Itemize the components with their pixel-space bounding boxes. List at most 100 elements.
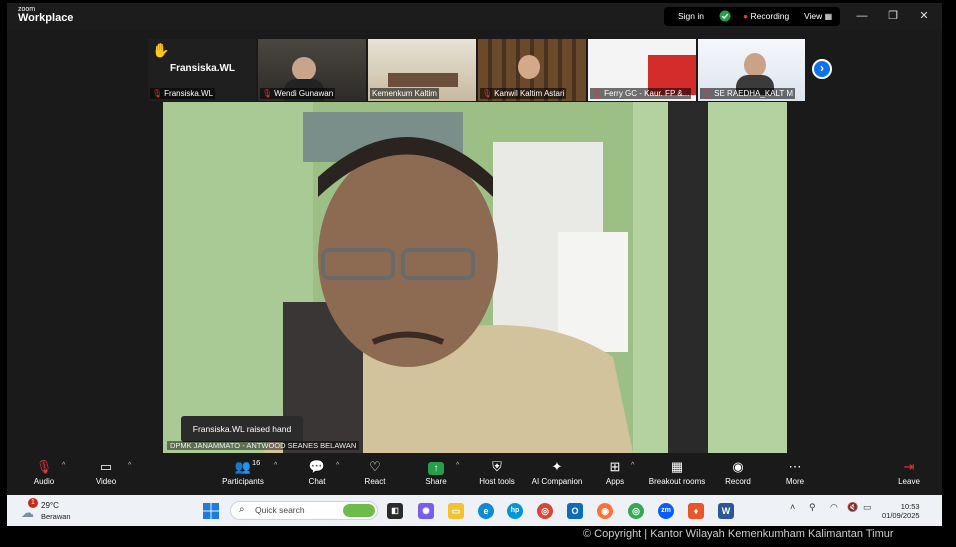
chat-icon: 💬 <box>308 459 326 474</box>
restore-button[interactable]: ❐ <box>878 3 908 30</box>
more-dots-icon: ⋯ <box>788 459 802 474</box>
thumbnail-tile[interactable]: 🎙 Kanwil Kaltim Astari <box>478 39 586 101</box>
title-actions: Sign in ● Recording View ▦ <box>664 7 840 26</box>
gallery-strip: ✋ Fransiska.WL 🎙 Fransiska.WL 🎙 Wendi Guna… <box>148 39 805 101</box>
outlook-icon[interactable]: O <box>567 503 583 519</box>
speaker-muted-icon[interactable]: 🔇 <box>847 502 858 513</box>
chat-label: Chat <box>308 477 326 486</box>
chrome-profile-icon[interactable]: ◎ <box>628 503 644 519</box>
title-bar: zoom Workplace Sign in ● Recording View … <box>7 3 942 30</box>
tile-label-text: Wendi Gunawan <box>274 89 334 98</box>
raised-hand-icon: ✋ <box>152 42 170 58</box>
network-share-icon[interactable]: ⚲ <box>809 502 816 513</box>
video-button[interactable]: ▭ Video <box>91 458 121 492</box>
react-button[interactable]: ♡ React <box>362 458 388 492</box>
zoom-app-icon[interactable]: zm <box>658 503 674 519</box>
mic-muted-icon: 🎙 <box>482 89 493 98</box>
weather-temp: 29°C <box>41 501 59 510</box>
search-icon: ⌕ <box>239 504 245 515</box>
audio-label: Audio <box>33 477 55 486</box>
mic-muted-icon: 🎙 <box>152 89 163 98</box>
record-button[interactable]: ◉ Record <box>723 458 753 492</box>
thumbnail-tile[interactable]: ✋ Fransiska.WL 🎙 Fransiska.WL <box>148 39 256 101</box>
meeting-table <box>388 73 458 87</box>
tile-label-text: Ferry GC - Kaur. FP &... <box>604 89 690 98</box>
audio-button[interactable]: 🎙 Audio <box>29 458 59 492</box>
share-button[interactable]: ↑ Share <box>421 458 451 492</box>
view-button[interactable]: View ▦ <box>804 7 832 26</box>
weather-widget[interactable]: ☁ 1 29°C Berawan <box>21 498 91 523</box>
minimize-button[interactable]: — <box>847 3 877 30</box>
mic-muted-icon: 🎙 <box>35 459 53 474</box>
share-caret-icon[interactable]: ^ <box>456 462 459 469</box>
leave-label: Leave <box>898 477 920 486</box>
chevron-right-icon: › <box>820 61 824 75</box>
logo-line2: Workplace <box>18 12 74 24</box>
ai-companion-label: AI Companion <box>531 477 583 486</box>
weather-notification-badge: 1 <box>28 498 38 508</box>
copilot-icon[interactable]: ✺ <box>418 503 434 519</box>
heart-icon: ♡ <box>369 459 381 474</box>
tile-label: Kemenkum Kaltim <box>370 88 439 99</box>
participants-button[interactable]: 👥 Participants <box>218 458 268 492</box>
task-view-icon[interactable]: ◧ <box>387 503 403 519</box>
participants-count: 16 <box>252 458 261 467</box>
battery-icon[interactable]: ▭ <box>863 502 872 513</box>
hp-icon[interactable]: hp <box>507 503 523 519</box>
more-label: More <box>785 477 805 486</box>
share-label: Share <box>425 477 447 486</box>
person-silhouette <box>518 55 540 79</box>
thumbnail-tile[interactable]: 🎙 Ferry GC - Kaur. FP &... <box>588 39 696 101</box>
share-arrow-icon: ↑ <box>421 458 451 476</box>
edge-browser-icon[interactable]: e <box>478 503 494 519</box>
raised-hand-notification: Fransiska.WL raised hand <box>181 416 303 442</box>
record-label: Record <box>725 477 751 486</box>
next-page-button[interactable]: › <box>812 59 832 79</box>
mic-muted-icon: 🎙 <box>592 89 603 98</box>
zoom-window: zoom Workplace Sign in ● Recording View … <box>7 3 942 526</box>
active-speaker-video[interactable] <box>163 102 787 453</box>
chat-button[interactable]: 💬 Chat <box>304 458 330 492</box>
firefox-icon[interactable]: ◉ <box>597 503 613 519</box>
breakout-rooms-button[interactable]: ▦ Breakout rooms <box>647 458 707 492</box>
more-button[interactable]: ⋯ More <box>782 458 808 492</box>
file-explorer-icon[interactable]: ▭ <box>448 503 464 519</box>
apps-caret-icon[interactable]: ^ <box>631 462 634 469</box>
signin-button[interactable]: Sign in <box>678 7 704 26</box>
thumbnail-tile[interactable]: 🎙 Wendi Gunawan <box>258 39 366 101</box>
apps-grid-icon: ⊞ <box>609 459 621 474</box>
host-tools-button[interactable]: ⛨ Host tools <box>476 458 518 492</box>
shield-icon: ⛨ <box>492 459 502 474</box>
close-button[interactable]: ✕ <box>909 3 939 30</box>
shield-icon <box>719 7 731 26</box>
windows-start-icon[interactable] <box>203 503 219 519</box>
leave-button[interactable]: ⇥ Leave <box>896 458 922 492</box>
ai-companion-button[interactable]: ✦ AI Companion <box>529 458 585 492</box>
recording-indicator[interactable]: ● Recording <box>743 7 789 26</box>
apps-label: Apps <box>605 477 625 486</box>
participants-caret-icon[interactable]: ^ <box>274 462 277 469</box>
chevron-up-icon[interactable]: ˄ <box>790 502 795 512</box>
tile-label: 🎙 Kanwil Kaltim Astari <box>480 88 567 99</box>
copyright-caption: © Copyright | Kantor Wilayah Kemenkumham… <box>583 528 894 540</box>
app-flame-icon[interactable]: ♦ <box>688 503 704 519</box>
video-options-caret-icon[interactable]: ^ <box>128 462 131 469</box>
clock-time: 10:53 <box>900 502 920 511</box>
system-clock[interactable]: 10:53 01/09/2025 <box>882 502 920 520</box>
word-icon[interactable]: W <box>718 503 734 519</box>
view-label: View <box>804 11 823 21</box>
breakout-label: Breakout rooms <box>648 477 706 486</box>
audio-options-caret-icon[interactable]: ^ <box>62 462 65 469</box>
apps-button[interactable]: ⊞ Apps <box>603 458 627 492</box>
video-label: Video <box>95 477 117 486</box>
camera-icon: ▭ <box>99 459 113 474</box>
meeting-controls: 🎙 Audio ^ ▭ Video ^ 👥 Participants 16 ^ … <box>7 455 942 495</box>
thumbnail-tile[interactable]: 🎙 SE RAEDHA_KALT M <box>698 39 805 101</box>
chrome-icon[interactable]: ◎ <box>537 503 553 519</box>
taskbar-search[interactable]: ⌕ Quick search <box>230 501 378 520</box>
react-label: React <box>364 477 386 486</box>
wifi-icon[interactable]: ◠ <box>830 502 838 513</box>
thumbnail-tile[interactable]: Kemenkum Kaltim <box>368 39 476 101</box>
chat-caret-icon[interactable]: ^ <box>336 462 339 469</box>
search-highlight-icon <box>343 504 375 517</box>
